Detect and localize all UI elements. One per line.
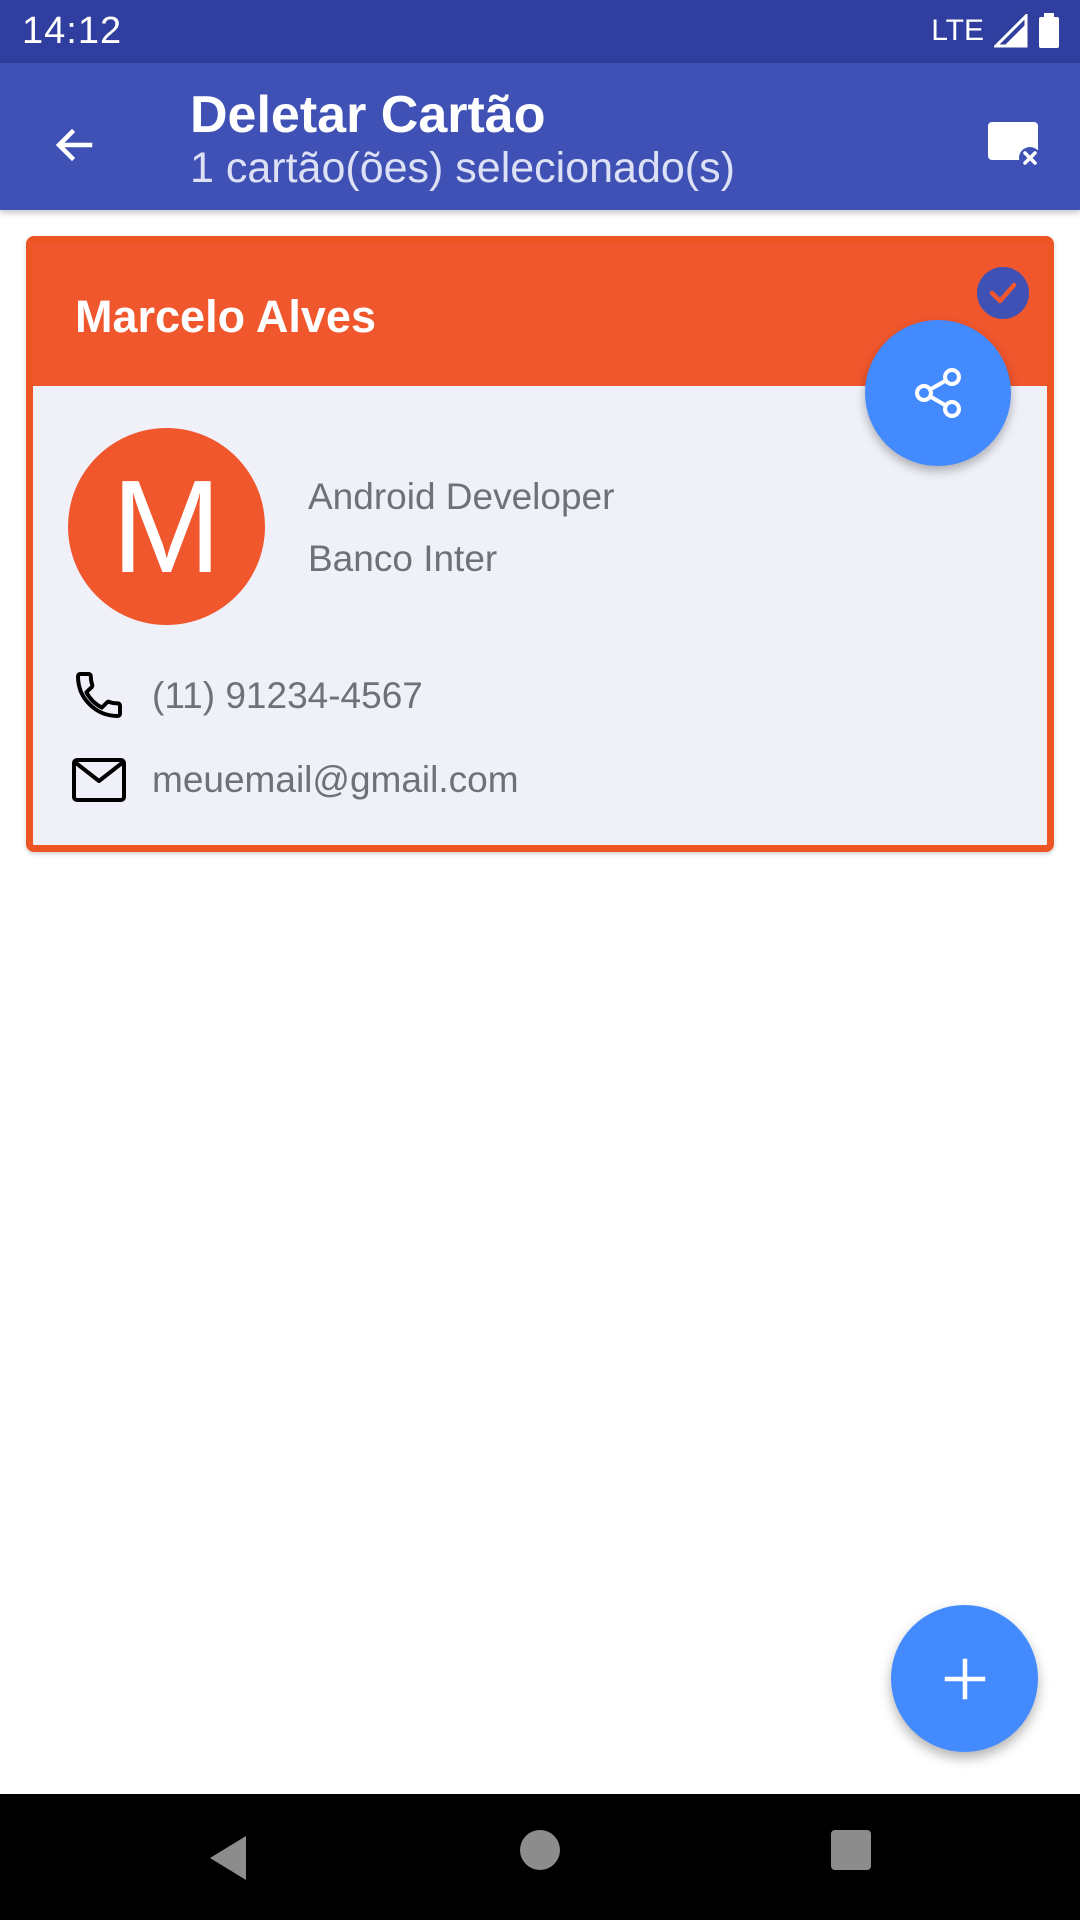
nav-home-icon[interactable] (520, 1830, 560, 1870)
nav-back-icon[interactable] (200, 1828, 260, 1888)
email-icon (72, 758, 126, 802)
app-bar: Deletar Cartão 1 cartão(ões) selecionado… (0, 63, 1080, 210)
company-name: Banco Inter (308, 538, 498, 579)
delete-cards-button[interactable] (972, 103, 1056, 187)
network-type: LTE (931, 14, 984, 47)
email-address: meuemail@gmail.com (152, 759, 519, 800)
nav-recents-icon[interactable] (831, 1830, 871, 1870)
card-name: Marcelo Alves (75, 291, 376, 342)
battery-icon (1039, 13, 1059, 48)
status-icons: LTE (931, 8, 1060, 54)
selection-count: 1 cartão(ões) selecionado(s) (190, 144, 735, 192)
plus-icon (944, 1658, 985, 1699)
business-card[interactable]: Marcelo Alves M Android Developer Banco … (26, 236, 1054, 852)
share-icon (915, 368, 961, 418)
add-card-button[interactable] (891, 1605, 1038, 1752)
back-button[interactable] (32, 103, 116, 187)
selected-check-icon (977, 267, 1029, 319)
job-title: Android Developer (308, 476, 615, 517)
status-time: 14:12 (22, 10, 123, 52)
signal-icon (994, 14, 1028, 48)
avatar: M (68, 428, 265, 625)
phone-icon (76, 672, 122, 718)
screen: 14:12 LTE Deletar Cartão 1 cartão(ões) s… (0, 0, 1080, 1920)
card-remove-icon (988, 122, 1041, 169)
arrow-back-icon (55, 128, 93, 162)
page-title: Deletar Cartão (190, 86, 546, 144)
share-button[interactable] (865, 320, 1011, 466)
status-bar: 14:12 LTE (0, 0, 1080, 63)
navigation-bar (0, 1794, 1080, 1920)
phone-number: (11) 91234-4567 (152, 675, 423, 716)
